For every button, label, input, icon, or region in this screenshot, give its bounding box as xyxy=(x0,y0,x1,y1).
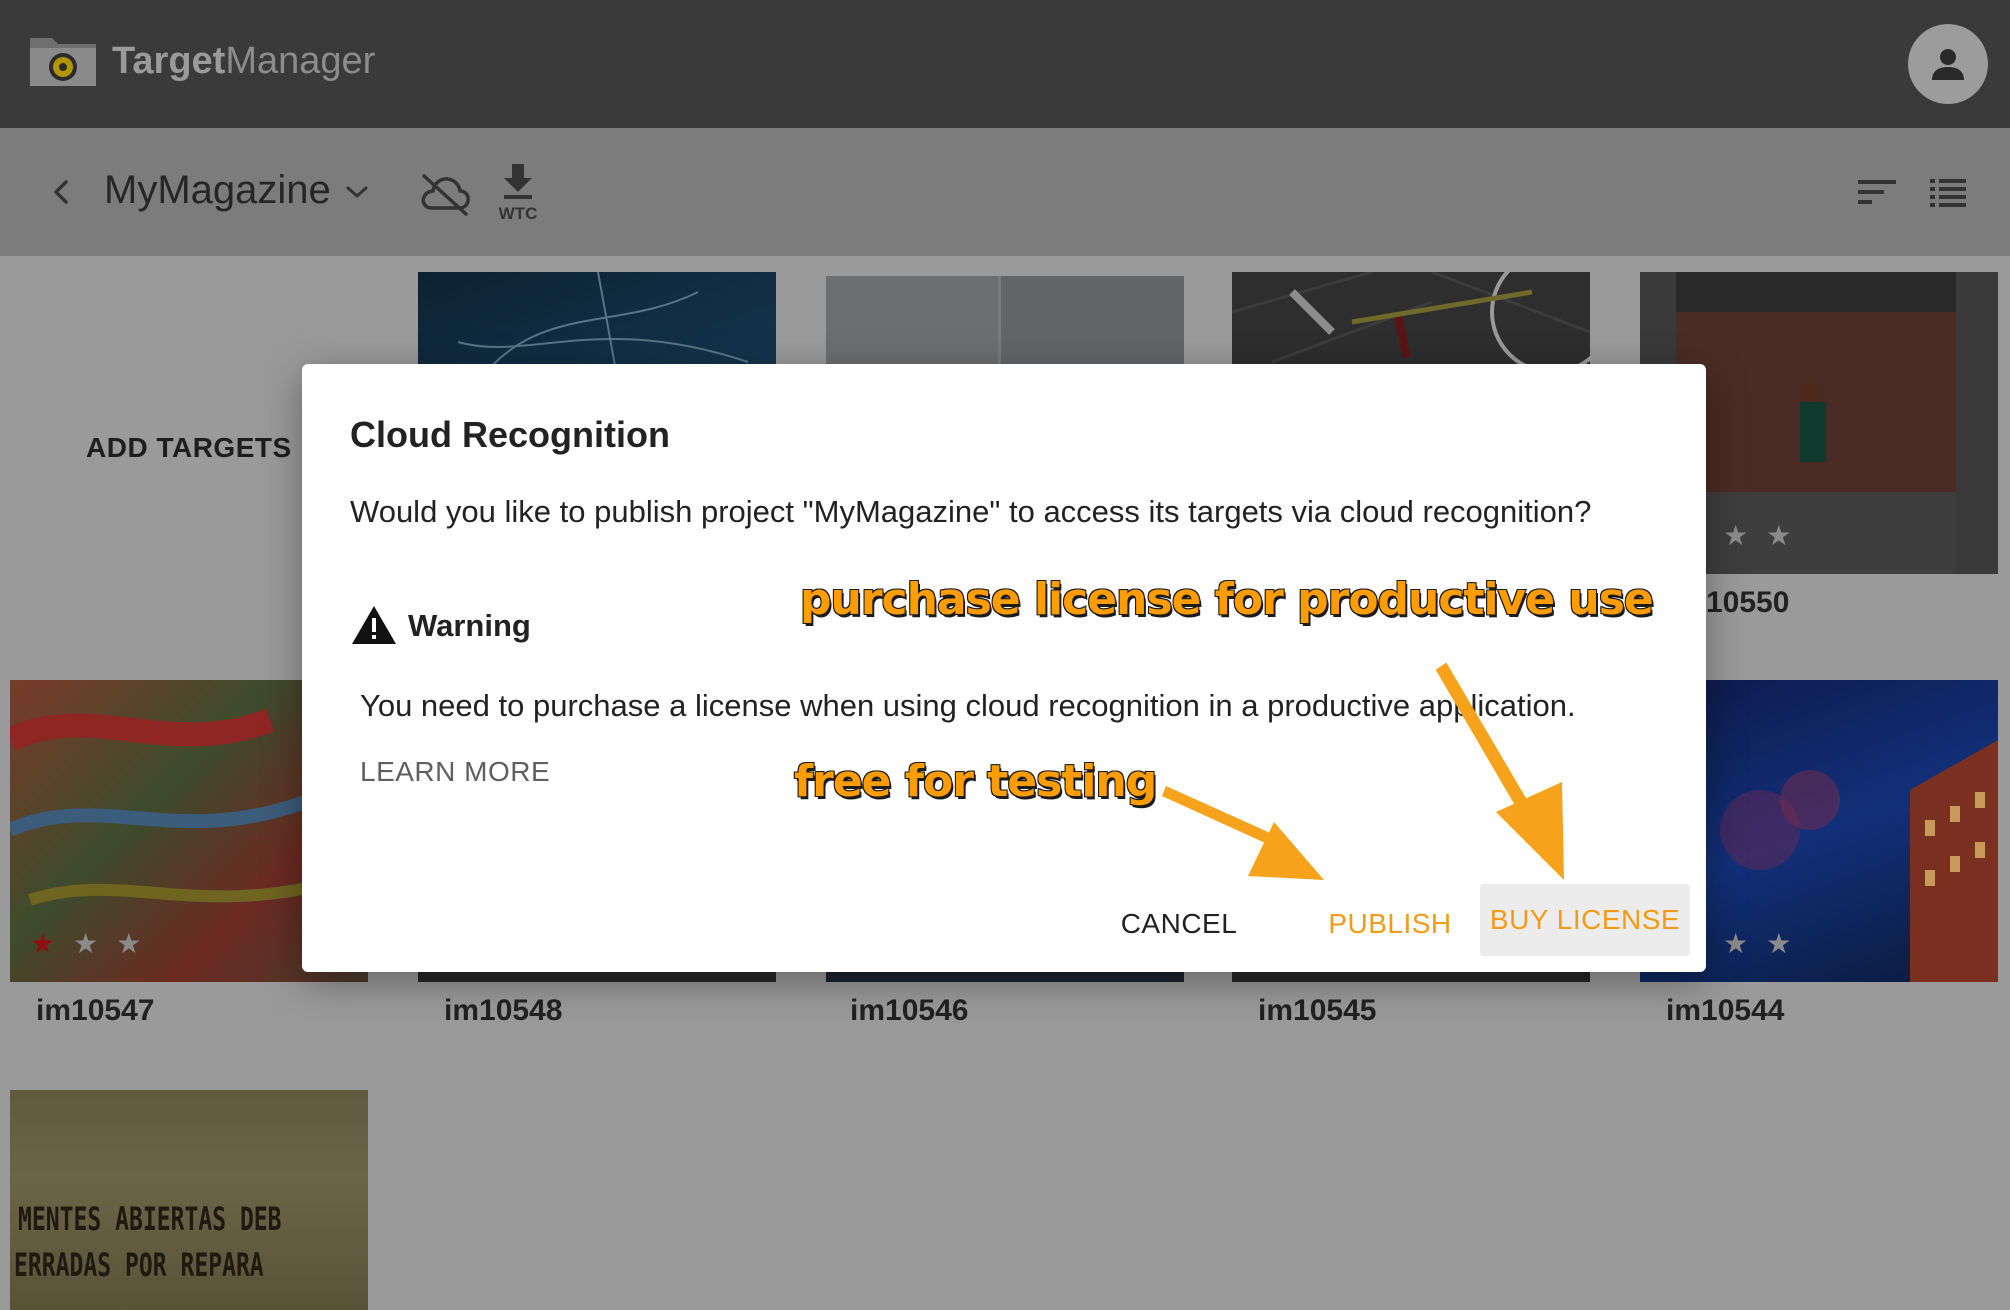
star-icon[interactable]: ★ xyxy=(1766,522,1791,550)
list-icon xyxy=(1930,179,1966,207)
user-icon xyxy=(1932,49,1964,80)
tile-caption: 10550 xyxy=(1706,586,1790,619)
annotation-free: free for testing xyxy=(793,755,1158,808)
cloud-recognition-dialog: Cloud Recognition Would you like to publ… xyxy=(302,364,1706,972)
warning-title: Warning xyxy=(408,608,531,643)
buy-license-button[interactable]: BUY LICENSE xyxy=(1480,884,1690,956)
sort-button[interactable] xyxy=(1856,174,1898,210)
star-icon[interactable]: ★ xyxy=(1723,522,1748,550)
cloud-off-icon xyxy=(421,174,470,216)
cloud-recognition-button[interactable] xyxy=(418,168,472,218)
star-icon[interactable]: ★ xyxy=(116,930,141,958)
wtc-label: WTC xyxy=(498,204,538,223)
star-icon[interactable]: ★ xyxy=(73,930,98,958)
tile-caption: im10548 xyxy=(444,994,563,1027)
star-icon[interactable]: ★ xyxy=(1766,930,1791,958)
project-selector[interactable]: MyMagazine xyxy=(104,168,331,213)
app-bar: TargetManager xyxy=(0,0,2010,128)
target-manager-logo-icon xyxy=(28,30,98,88)
add-targets-button[interactable]: ADD TARGETS xyxy=(86,432,292,464)
download-wtc-button[interactable]: WTC xyxy=(492,160,544,224)
project-toolbar: MyMagazine WTC xyxy=(0,128,2010,256)
back-button[interactable] xyxy=(44,172,78,212)
publish-button[interactable]: PUBLISH xyxy=(1300,898,1480,950)
chevron-down-icon[interactable] xyxy=(342,180,372,204)
tile-caption: im10547 xyxy=(36,994,155,1027)
dialog-title: Cloud Recognition xyxy=(350,414,670,455)
star-icon[interactable]: ★ xyxy=(1723,930,1748,958)
learn-more-link[interactable]: LEARN MORE xyxy=(360,756,550,788)
target-tile[interactable]: MENTES ABIERTAS DEB ERRADAS POR REPARA xyxy=(10,1090,368,1310)
tile-caption: im10546 xyxy=(850,994,969,1027)
tile-caption: im10544 xyxy=(1666,994,1785,1027)
tile-sign-line: ERRADAS POR REPARA xyxy=(14,1246,264,1284)
user-avatar-button[interactable] xyxy=(1908,24,1988,104)
chevron-left-icon xyxy=(54,180,68,204)
download-icon xyxy=(504,164,532,199)
brand-bold: Target xyxy=(112,40,226,82)
sort-icon xyxy=(1858,180,1896,204)
star-icon[interactable]: ★ xyxy=(30,930,55,958)
annotation-purchase: purchase license for productive use xyxy=(799,573,1655,626)
brand-light: Manager xyxy=(225,40,376,82)
cancel-button[interactable]: CANCEL xyxy=(1106,898,1252,950)
list-view-button[interactable] xyxy=(1928,174,1968,210)
tile-caption: im10545 xyxy=(1258,994,1377,1027)
warning-icon xyxy=(350,604,398,646)
tile-rating: ★ ★ ★ xyxy=(30,930,141,958)
app-brand: TargetManager xyxy=(112,40,375,83)
warning-message: You need to purchase a license when usin… xyxy=(360,688,1576,723)
dialog-message: Would you like to publish project "MyMag… xyxy=(350,494,1592,529)
tile-sign-line: MENTES ABIERTAS DEB xyxy=(18,1200,282,1238)
